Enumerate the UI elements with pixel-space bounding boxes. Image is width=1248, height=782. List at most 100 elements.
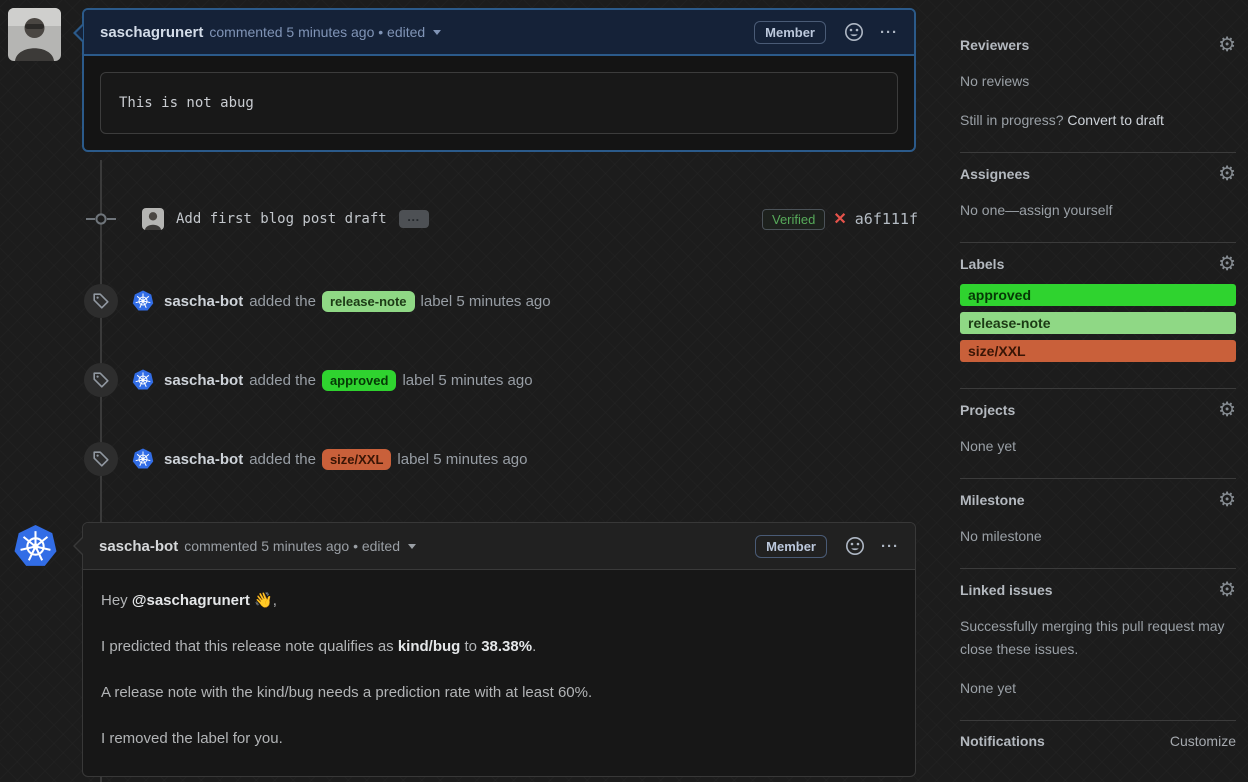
tag-icon-circle <box>84 442 118 476</box>
text: , <box>272 592 277 609</box>
timeline-event-label-added: sascha-bot added the approved label 5 mi… <box>84 363 918 397</box>
sidebar-section-reviewers: Reviewers ⚙ No reviews Still in progress… <box>960 24 1236 153</box>
git-commit-icon <box>86 213 116 225</box>
member-badge: Member <box>754 20 826 44</box>
commit-author-avatar[interactable] <box>142 208 164 230</box>
sidebar-section-labels: Labels ⚙ approved release-note size/XXL <box>960 243 1236 389</box>
emoji-reaction-button[interactable] <box>845 536 865 556</box>
paragraph-removed: I removed the label for you. <box>101 730 283 747</box>
commit-message-link[interactable]: Add first blog post draft <box>176 211 387 227</box>
text-bold: kind/bug <box>397 638 461 655</box>
sidebar-label-size-xxl[interactable]: size/XXL <box>960 340 1236 362</box>
paragraph-requirement: A release note with the kind/bug needs a… <box>101 684 593 701</box>
smiley-icon <box>846 537 864 555</box>
projects-empty: None yet <box>960 438 1017 454</box>
mention-link[interactable]: @saschagrunert <box>132 592 250 609</box>
verified-badge[interactable]: Verified <box>762 208 826 230</box>
label-chip[interactable]: size/XXL <box>321 448 392 470</box>
tag-icon-circle <box>84 363 118 397</box>
sidebar-section-notifications: Notifications Customize <box>960 721 1236 769</box>
sidebar: Reviewers ⚙ No reviews Still in progress… <box>960 24 1236 769</box>
paragraph-greeting: Hey @saschagrunert 👋, <box>101 590 897 612</box>
kebab-menu-button[interactable]: ··· <box>880 24 898 41</box>
assign-yourself-link[interactable]: assign yourself <box>1019 202 1112 218</box>
reviewers-empty: No reviews <box>960 73 1030 89</box>
gear-icon[interactable]: ⚙ <box>1218 164 1236 184</box>
sidebar-section-projects: Projects ⚙ None yet <box>960 389 1236 479</box>
emoji-reaction-button[interactable] <box>844 22 864 42</box>
text-bold: 38.38% <box>481 638 533 655</box>
tag-icon <box>93 372 109 388</box>
event-action: added the <box>249 292 316 310</box>
sidebar-label-release-note[interactable]: release-note <box>960 312 1236 334</box>
person-photo-icon <box>8 8 61 61</box>
comment-sascha-bot: sascha-bot commented 5 minutes ago • edi… <box>73 522 916 777</box>
tag-icon-circle <box>84 284 118 318</box>
event-suffix: label 5 minutes ago <box>397 450 528 468</box>
event-suffix: label 5 minutes ago <box>420 292 551 310</box>
label-chip[interactable]: approved <box>321 369 397 391</box>
linked-issues-title: Linked issues <box>960 582 1053 598</box>
reviewers-title: Reviewers <box>960 37 1030 53</box>
paragraph-prediction: I predicted that this release note quali… <box>101 636 897 658</box>
projects-title: Projects <box>960 402 1016 418</box>
event-suffix: label 5 minutes ago <box>402 371 533 389</box>
edited-dropdown-icon[interactable] <box>408 543 417 549</box>
edited-dropdown-icon[interactable] <box>433 29 442 35</box>
gear-icon[interactable]: ⚙ <box>1218 35 1236 55</box>
commit-sha-link[interactable]: a6f111f <box>855 210 918 228</box>
sidebar-section-assignees: Assignees ⚙ No one—assign yourself <box>960 153 1236 243</box>
sascha-bot-avatar[interactable] <box>132 290 154 312</box>
timeline-event-label-added: sascha-bot added the size/XXL label 5 mi… <box>84 442 918 476</box>
customize-link[interactable]: Customize <box>1170 733 1236 749</box>
failed-status-icon[interactable]: ✕ <box>833 209 846 229</box>
comment-code-block: This is not abug <box>100 72 898 134</box>
linked-issues-empty: None yet <box>960 680 1017 696</box>
sidebar-label-approved[interactable]: approved <box>960 284 1236 306</box>
timeline-event-label-added: sascha-bot added the release-note label … <box>84 284 918 318</box>
labels-title: Labels <box>960 256 1005 272</box>
gear-icon[interactable]: ⚙ <box>1218 580 1236 600</box>
comment-meta: commented 5 minutes ago • edited <box>184 538 401 554</box>
convert-to-draft-link[interactable]: Convert to draft <box>1067 112 1164 128</box>
sascha-bot-avatar[interactable] <box>132 448 154 470</box>
sascha-bot-avatar-large[interactable] <box>13 524 58 569</box>
event-actor-link[interactable]: sascha-bot <box>164 451 243 468</box>
text: Hey <box>101 592 132 609</box>
assignees-empty: No one— <box>960 202 1020 218</box>
wave-emoji: 👋 <box>249 592 273 609</box>
milestone-title: Milestone <box>960 492 1025 508</box>
person-photo-icon <box>142 208 164 230</box>
tag-icon <box>93 451 109 467</box>
draft-prompt: Still in progress? <box>960 112 1068 128</box>
commit-row: Add first blog post draft … Verified ✕ a… <box>82 203 918 235</box>
member-badge: Member <box>755 534 827 558</box>
event-actor-link[interactable]: sascha-bot <box>164 293 243 310</box>
text: to <box>460 638 482 655</box>
gear-icon[interactable]: ⚙ <box>1218 490 1236 510</box>
kebab-menu-button[interactable]: ··· <box>881 538 899 555</box>
comment-author-link[interactable]: saschagrunert <box>100 24 203 41</box>
commit-expander-button[interactable]: … <box>398 210 429 228</box>
gear-icon[interactable]: ⚙ <box>1218 254 1236 274</box>
sidebar-section-linked-issues: Linked issues ⚙ Successfully merging thi… <box>960 569 1236 721</box>
smiley-icon <box>845 23 863 41</box>
comment-saschagrunert: saschagrunert commented 5 minutes ago • … <box>73 8 916 152</box>
comment-author-link[interactable]: sascha-bot <box>99 538 178 555</box>
label-chip[interactable]: release-note <box>321 290 415 312</box>
avatar-saschagrunert[interactable] <box>8 8 61 61</box>
comment-meta: commented 5 minutes ago • edited <box>209 24 426 40</box>
assignees-title: Assignees <box>960 166 1031 182</box>
sidebar-section-milestone: Milestone ⚙ No milestone <box>960 479 1236 569</box>
text: I predicted that this release note quali… <box>101 638 398 655</box>
comment-body: Hey @saschagrunert 👋, I predicted that t… <box>83 570 915 776</box>
sascha-bot-avatar[interactable] <box>132 369 154 391</box>
event-actor-link[interactable]: sascha-bot <box>164 372 243 389</box>
milestone-empty: No milestone <box>960 528 1042 544</box>
notifications-title: Notifications <box>960 733 1045 749</box>
gear-icon[interactable]: ⚙ <box>1218 400 1236 420</box>
comment-header: saschagrunert commented 5 minutes ago • … <box>84 10 914 56</box>
comment-header: sascha-bot commented 5 minutes ago • edi… <box>83 523 915 570</box>
event-action: added the <box>249 371 316 389</box>
linked-issues-description: Successfully merging this pull request m… <box>960 618 1225 657</box>
